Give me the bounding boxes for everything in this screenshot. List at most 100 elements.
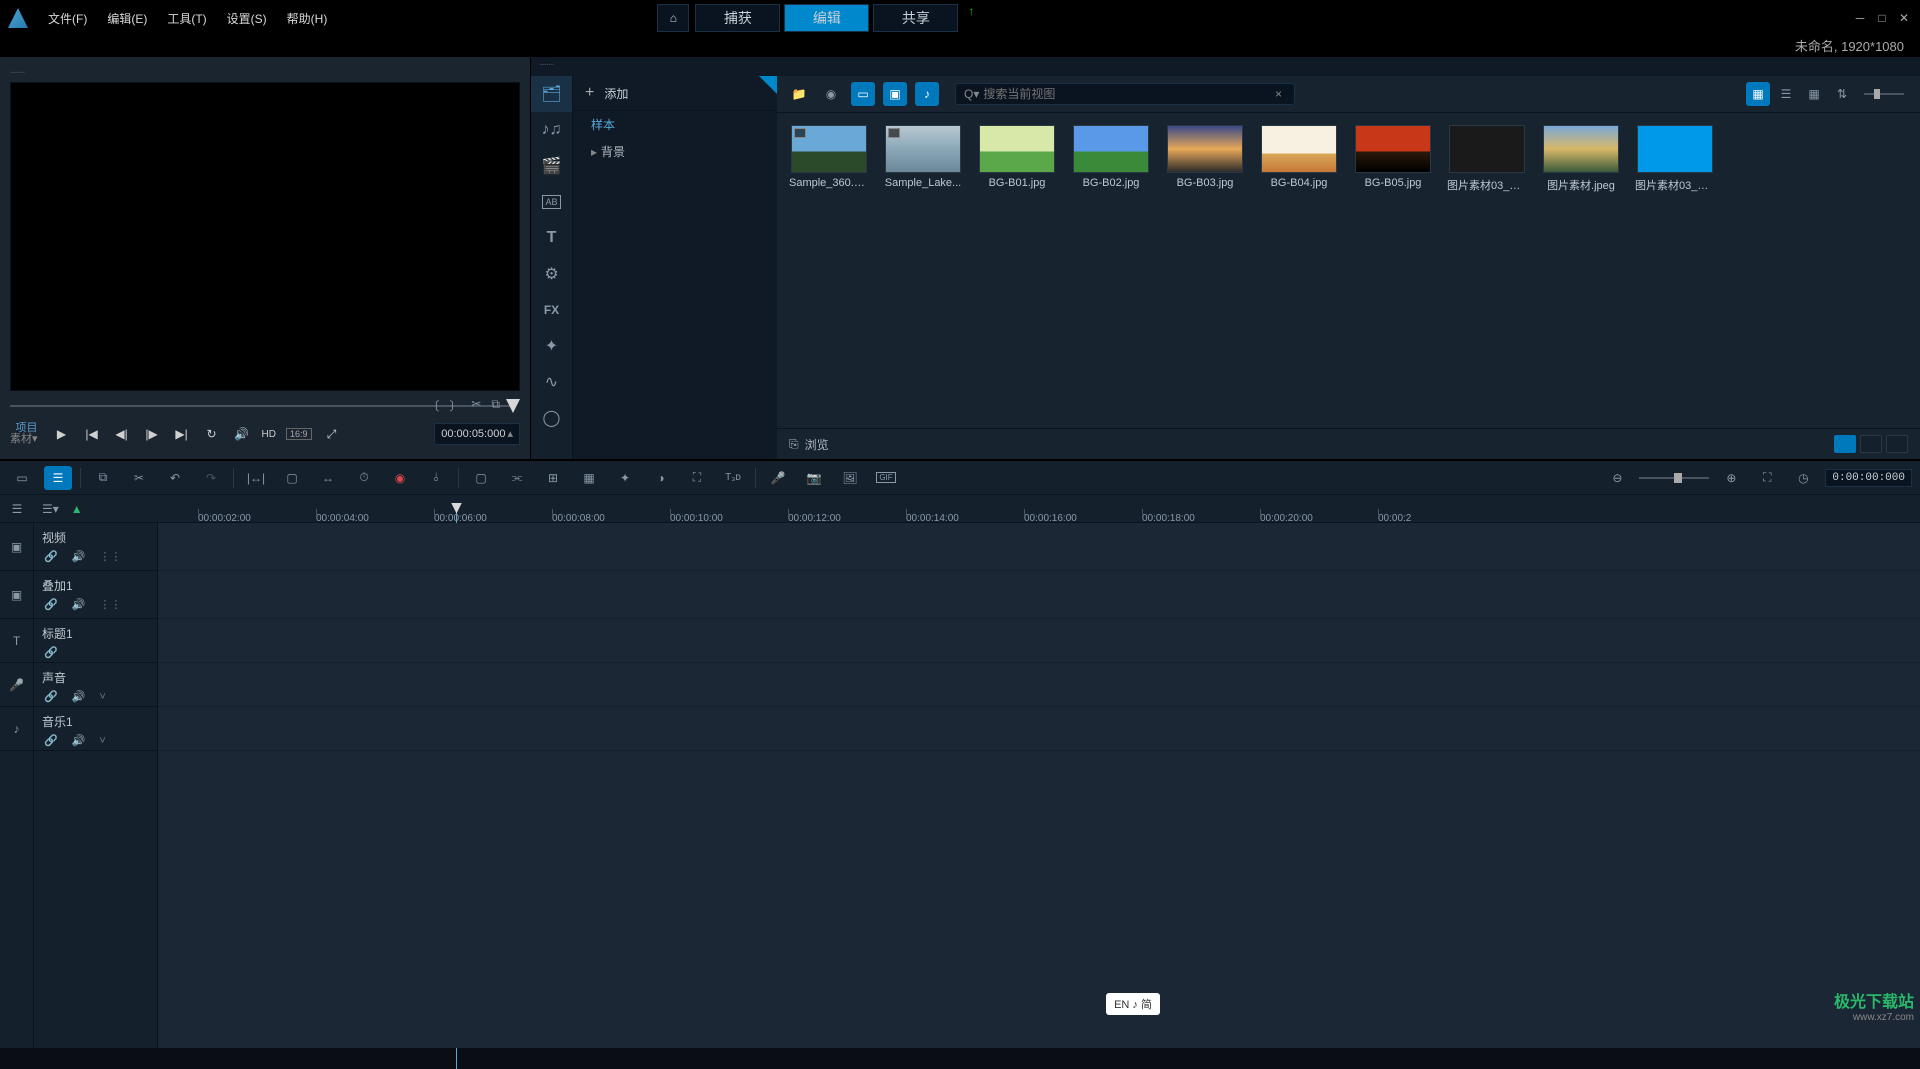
- storyboard-view-button[interactable]: ▭: [8, 466, 36, 490]
- undo-button[interactable]: ↶: [161, 466, 189, 490]
- prev-frame-button[interactable]: ◀|: [112, 424, 132, 444]
- tool-12[interactable]: ▦: [575, 466, 603, 490]
- link-icon[interactable]: 🔗: [44, 550, 58, 563]
- thumb-pic-material[interactable]: 图片素材.jpeg: [1541, 125, 1621, 193]
- tool-4[interactable]: ▢: [278, 466, 306, 490]
- clock-button[interactable]: ◷: [1789, 466, 1817, 490]
- track-header-4[interactable]: 音乐1🔗🔊˅: [34, 707, 157, 751]
- thumb-sample-lake[interactable]: Sample_Lake...: [883, 125, 963, 193]
- timecode-stepper-icon[interactable]: ▴: [507, 428, 513, 440]
- link-icon[interactable]: 🔗: [44, 646, 58, 659]
- track-type-music[interactable]: ♪: [0, 707, 33, 751]
- zoom-in-button[interactable]: ⊕: [1717, 466, 1745, 490]
- track-type-video[interactable]: ▣: [0, 571, 33, 619]
- scissors-icon[interactable]: ✂: [471, 397, 481, 414]
- tracking-tab[interactable]: ◯: [531, 400, 572, 436]
- browse-button[interactable]: ⎘ 浏览: [789, 436, 829, 453]
- audio-tab[interactable]: ♪♫: [531, 112, 572, 148]
- link-icon[interactable]: 🔗: [44, 598, 58, 611]
- footer-btn-3[interactable]: [1886, 435, 1908, 453]
- pin-corner-icon[interactable]: [759, 76, 777, 94]
- tool-15[interactable]: ⛶: [683, 466, 711, 490]
- track-lanes[interactable]: [158, 523, 1920, 1048]
- panel-grip-icon[interactable]: ∙∙∙∙∙∙∙∙: [531, 57, 1920, 72]
- sound-icon[interactable]: 🔊: [72, 598, 86, 611]
- panel-grip-icon[interactable]: ∙∙∙∙∙∙∙∙: [10, 67, 520, 78]
- view-list-button[interactable]: ☰: [1774, 82, 1798, 106]
- track-type-text[interactable]: T: [0, 619, 33, 663]
- thumb-bg-b03[interactable]: BG-B03.jpg: [1165, 125, 1245, 193]
- view-small-button[interactable]: ▦: [1802, 82, 1826, 106]
- aspect-ratio[interactable]: 16:9: [286, 428, 312, 440]
- thumb-pic-03-copy2[interactable]: 图片素材03_副...: [1635, 125, 1715, 193]
- tree-item-sample[interactable]: 样本: [573, 111, 777, 138]
- add-folder-button[interactable]: + 添加: [573, 76, 777, 111]
- loop-button[interactable]: ↻: [202, 424, 222, 444]
- motion-tab[interactable]: ✦: [531, 328, 572, 364]
- tool-16[interactable]: T₃ᴅ: [719, 466, 747, 490]
- timeline-timecode[interactable]: 0:00:00:000: [1825, 469, 1912, 487]
- material-mode-label[interactable]: 素材▾: [10, 434, 38, 445]
- goto-end-button[interactable]: ▶|: [172, 424, 192, 444]
- tab-capture[interactable]: 捕获: [695, 4, 780, 32]
- tool-7[interactable]: ◉: [386, 466, 414, 490]
- track-header-0[interactable]: 视频🔗🔊⋮⋮: [34, 523, 157, 571]
- search-input[interactable]: [983, 87, 1271, 101]
- preview-timecode[interactable]: 00:00:05:000▴: [434, 423, 520, 445]
- expand-icon[interactable]: ˅: [99, 691, 105, 703]
- tool-5[interactable]: ↔: [314, 466, 342, 490]
- clear-search-button[interactable]: ×: [1271, 87, 1286, 101]
- track-expand-icon[interactable]: ▲: [71, 502, 83, 516]
- fx-tab[interactable]: FX: [531, 292, 572, 328]
- mark-out-icon[interactable]: 〕: [449, 397, 461, 414]
- track-lane-3[interactable]: [158, 663, 1920, 707]
- menu-edit[interactable]: 编辑(E): [97, 6, 157, 31]
- grid-icon[interactable]: ⋮⋮: [99, 550, 121, 563]
- tool-9[interactable]: ▢: [467, 466, 495, 490]
- filter-audio-button[interactable]: ♪: [915, 82, 939, 106]
- home-button[interactable]: ⌂: [657, 4, 689, 32]
- zoom-slider[interactable]: [1639, 477, 1709, 479]
- path-tab[interactable]: ∿: [531, 364, 572, 400]
- tool-20[interactable]: GIF: [872, 466, 900, 490]
- goto-start-button[interactable]: |◀: [82, 424, 102, 444]
- import-button[interactable]: 📁: [787, 82, 811, 106]
- tool-6[interactable]: ⏱: [350, 466, 378, 490]
- search-box[interactable]: Q▾ ×: [955, 83, 1295, 105]
- sort-button[interactable]: ⇅: [1830, 82, 1854, 106]
- preview-scrubber[interactable]: 〔 〕 ✂ ⧉: [10, 395, 520, 419]
- track-header-1[interactable]: 叠加1🔗🔊⋮⋮: [34, 571, 157, 619]
- track-header-3[interactable]: 声音🔗🔊˅: [34, 663, 157, 707]
- menu-settings[interactable]: 设置(S): [217, 6, 277, 31]
- tree-item-background[interactable]: ▸背景: [573, 138, 777, 165]
- media-tab[interactable]: 🗂: [531, 76, 572, 112]
- fit-button[interactable]: ⛶: [1753, 466, 1781, 490]
- thumb-bg-b02[interactable]: BG-B02.jpg: [1071, 125, 1151, 193]
- redo-button[interactable]: ↷: [197, 466, 225, 490]
- gear-tab[interactable]: ⚙: [531, 256, 572, 292]
- timeline-view-button[interactable]: ☰: [44, 466, 72, 490]
- play-button[interactable]: ▶: [52, 424, 72, 444]
- thumb-size-slider[interactable]: [1864, 93, 1904, 95]
- hd-label[interactable]: HD: [262, 429, 276, 440]
- tool-3[interactable]: |↔|: [242, 466, 270, 490]
- transition-tab[interactable]: 🎬: [531, 148, 572, 184]
- thumb-bg-b01[interactable]: BG-B01.jpg: [977, 125, 1057, 193]
- next-frame-button[interactable]: |▶: [142, 424, 162, 444]
- link-icon[interactable]: 🔗: [44, 690, 58, 703]
- tool-2[interactable]: ✂: [125, 466, 153, 490]
- video-preview[interactable]: [10, 82, 520, 391]
- close-button[interactable]: ✕: [1896, 11, 1912, 25]
- tool-14[interactable]: ◑: [647, 466, 675, 490]
- track-menu-icon[interactable]: ☰▾: [42, 502, 59, 516]
- filter-image-button[interactable]: ▣: [883, 82, 907, 106]
- track-type-video[interactable]: ▣: [0, 523, 33, 571]
- tool-1[interactable]: ⧉: [89, 466, 117, 490]
- footer-btn-2[interactable]: [1860, 435, 1882, 453]
- tool-8[interactable]: ⫰: [422, 466, 450, 490]
- track-lane-4[interactable]: [158, 707, 1920, 751]
- tool-19[interactable]: 🖼: [836, 466, 864, 490]
- track-type-audio[interactable]: 🎤: [0, 663, 33, 707]
- tool-11[interactable]: ⊞: [539, 466, 567, 490]
- track-settings-icon[interactable]: ☰: [12, 502, 23, 516]
